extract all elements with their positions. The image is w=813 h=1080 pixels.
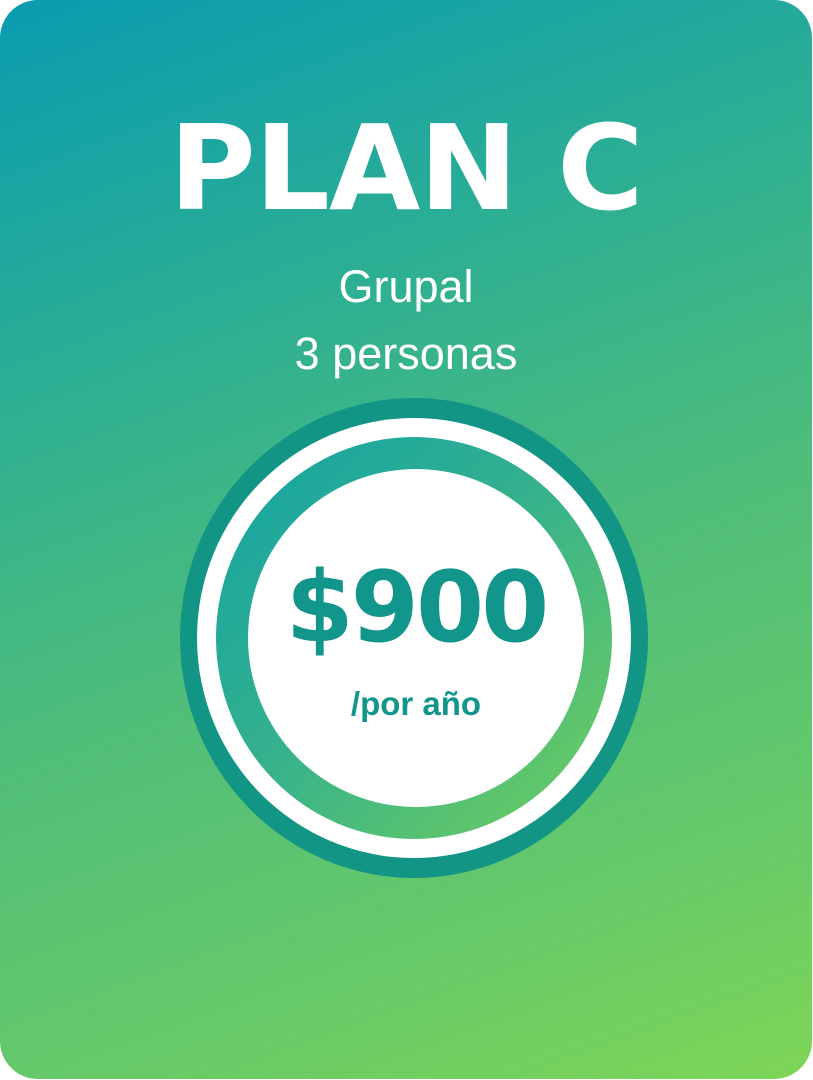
plan-people: 3 personas — [294, 328, 518, 379]
price-period: /por año — [350, 685, 482, 722]
price-amount: $900 — [285, 551, 550, 665]
plan-card: PLAN C Grupal 3 personas $900 /por año — [0, 0, 812, 1079]
plan-type: Grupal — [338, 261, 474, 312]
plan-title: PLAN C — [169, 99, 643, 237]
